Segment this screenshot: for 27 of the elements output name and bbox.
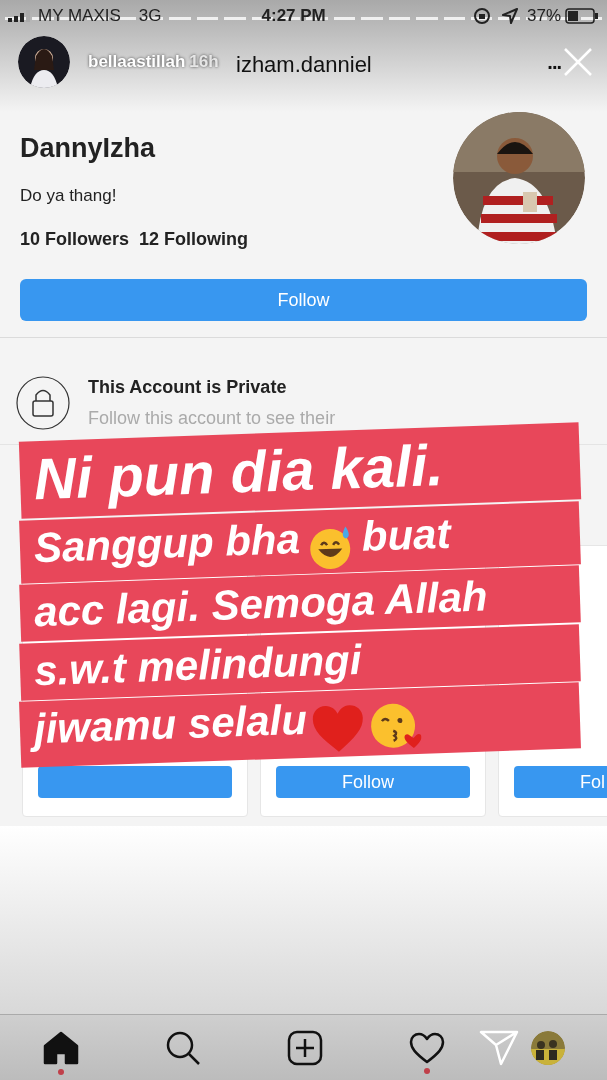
battery-percent: 37% bbox=[526, 5, 561, 28]
more-options-icon[interactable]: ... bbox=[547, 47, 561, 77]
rotation-lock-icon bbox=[472, 7, 491, 25]
profile-header-title: izham.danniel bbox=[236, 51, 372, 79]
location-arrow-icon bbox=[500, 7, 519, 25]
clock-time: 4:27 PM bbox=[261, 5, 326, 28]
home-icon[interactable] bbox=[43, 1030, 79, 1065]
battery-icon bbox=[565, 8, 599, 24]
add-post-icon[interactable] bbox=[287, 1029, 323, 1066]
following-count[interactable]: 12 Following bbox=[139, 226, 249, 253]
heart-icon[interactable] bbox=[409, 1031, 445, 1064]
caption-text: Ni pun dia kali. bbox=[33, 432, 445, 512]
search-icon[interactable] bbox=[165, 1029, 201, 1066]
caption-text: Sanggup bha bbox=[33, 514, 301, 571]
story-username[interactable]: bellaastillah bbox=[88, 49, 186, 75]
lock-icon bbox=[16, 376, 70, 430]
caption-text: acc lagi. Semoga Allah bbox=[33, 572, 489, 636]
signal-icon bbox=[8, 10, 32, 22]
profile-bio: Do ya thang! bbox=[20, 184, 118, 207]
private-title: This Account is Private bbox=[88, 376, 288, 399]
caption-text: buat bbox=[361, 509, 452, 560]
carrier-name: MY MAXIS bbox=[38, 5, 121, 28]
followers-count[interactable]: 10 Followers bbox=[20, 226, 130, 253]
private-description: Follow this account to see their bbox=[88, 407, 336, 430]
caption-text: s.w.t melindungi bbox=[33, 635, 363, 695]
network-type: 3G bbox=[138, 5, 162, 28]
profile-name: DannyIzha bbox=[20, 132, 157, 165]
